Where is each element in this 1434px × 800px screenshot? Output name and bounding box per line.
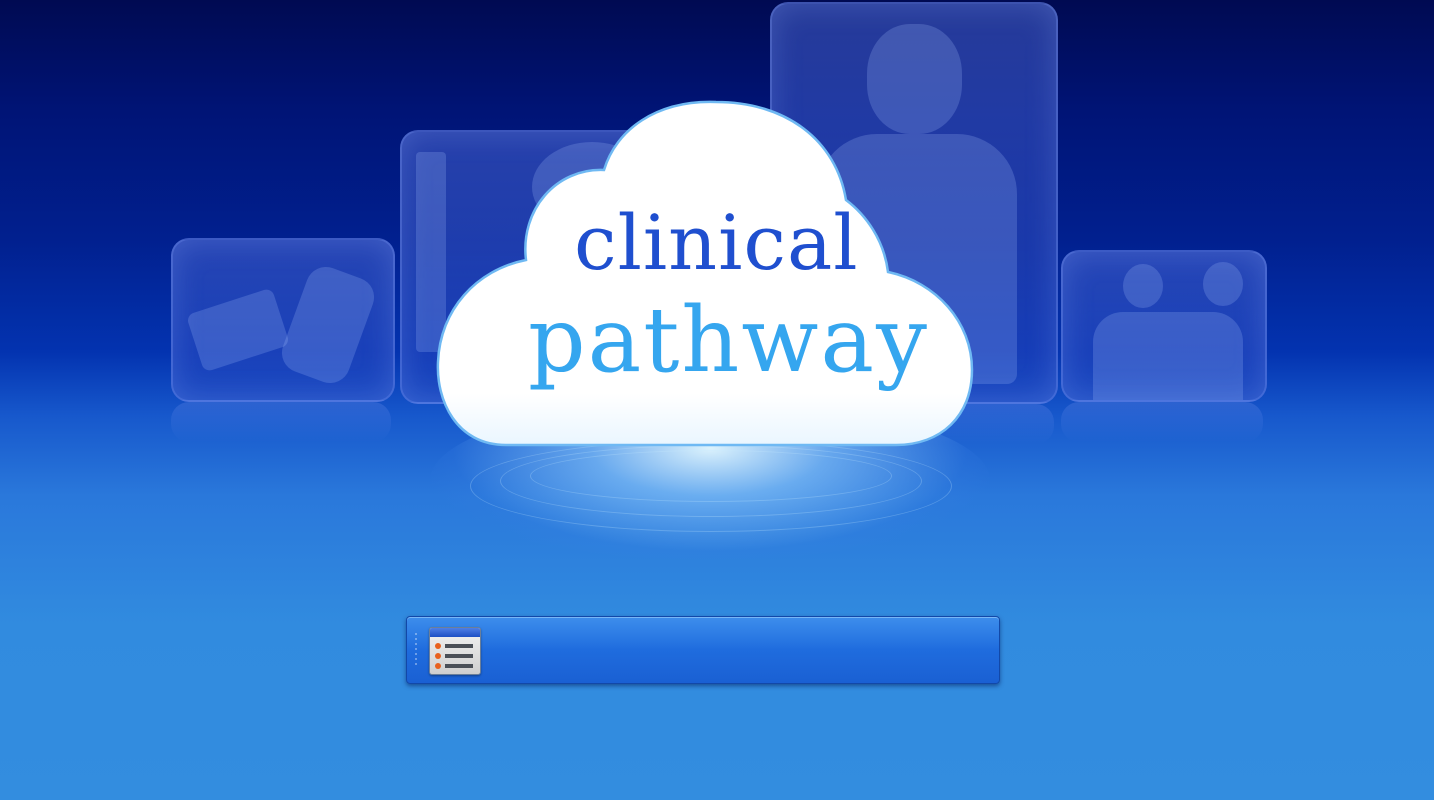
background-photo-left [171,238,395,402]
title-pathway: pathway [528,288,929,393]
taskbar-grip[interactable] [415,633,417,667]
title-clinical: clinical [574,198,859,287]
background-photo-left-reflection [171,402,391,442]
glow-ring [470,440,952,532]
icon-titlebar [430,628,480,637]
background-photo-right [1061,250,1267,402]
background-photo-right-reflection [1061,402,1263,442]
taskbar [406,616,1000,684]
list-window-icon[interactable] [429,627,481,675]
